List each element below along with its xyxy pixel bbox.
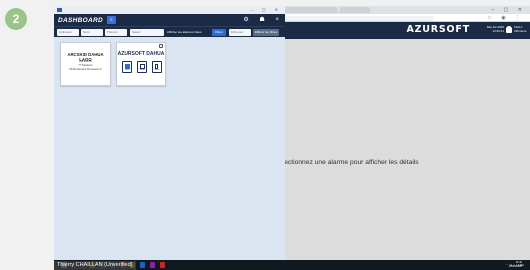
folder-icon[interactable]: Dossier: [137, 61, 147, 73]
datetime-block: Mai 1st 2020 14:26:41: [487, 25, 504, 33]
card-title: AZURSOFT DAHUA: [117, 51, 165, 57]
time-text: 14:26:41: [492, 29, 504, 33]
search-icon[interactable]: ⌕: [107, 16, 116, 24]
app-icon[interactable]: [140, 262, 145, 268]
filter-select[interactable]: Select: [130, 29, 164, 36]
filter-field-1[interactable]: Unknown: [57, 29, 79, 36]
filter-field-3[interactable]: Prénom: [105, 29, 127, 36]
user-group-icon[interactable]: ☗: [259, 17, 264, 23]
dashboard-nav: DASHBOARD ⌕ ⚙ ☗ ×: [54, 14, 285, 26]
card-close-icon[interactable]: ▫: [159, 44, 163, 48]
site-card-1[interactable]: ARCSKID DAHUA LAOO ARCSKID 77 Médecin 95…: [60, 42, 111, 86]
window-app-icon: [57, 8, 62, 12]
settings-icon[interactable]: ⚙: [243, 17, 248, 23]
filter-label: Afficher les alarmes triées: [167, 30, 202, 34]
empty-state-message: électionnez une alarme pour afficher les…: [279, 159, 419, 166]
folder-icon[interactable]: Dossier: [152, 61, 162, 73]
dashboard-window-controls[interactable]: – ▢ ✕: [250, 6, 282, 14]
tray-clock[interactable]: 11:42 25/05/2020: [509, 261, 522, 269]
filter-bar: Unknown Nom Prénom Select Afficher les a…: [54, 26, 285, 37]
dashboard-window: – ▢ ✕ DASHBOARD ⌕ ⚙ ☗ × Unknown Nom Prén…: [54, 6, 285, 260]
brand-logo: AZURSOFT: [406, 24, 470, 35]
app-icon[interactable]: [160, 262, 165, 268]
browser-extension-icons[interactable]: ☆ ◉ ⋮: [487, 14, 524, 22]
window-controls[interactable]: – ▢ ✕: [492, 6, 526, 14]
site-card-2[interactable]: ▫ AZURSOFT DAHUA Scène Dossier Dossier: [116, 42, 166, 86]
clear-filters-button[interactable]: Effacer les filtres: [253, 29, 279, 36]
step-badge: 2: [5, 8, 27, 30]
browser-tab-4[interactable]: [340, 7, 370, 13]
card-line: 95 Boulevard Rousseau 6: [69, 67, 102, 71]
filter-field-2[interactable]: Nom: [81, 29, 103, 36]
app-icon[interactable]: [150, 262, 155, 268]
dashboard-titlebar: – ▢ ✕: [54, 6, 285, 14]
scene-icon[interactable]: Scène: [122, 61, 132, 73]
filter-button[interactable]: Filtrer: [212, 29, 226, 36]
close-icon[interactable]: ×: [275, 17, 279, 23]
browser-tab-3[interactable]: [282, 7, 337, 13]
user-icon[interactable]: [506, 26, 512, 33]
user-name[interactable]: CHILL Infirmiere: [514, 25, 528, 33]
remote-user-label: Thierry CHAILLAN (Unverified): [54, 261, 136, 270]
filter-field-4[interactable]: Filtre par: [229, 29, 251, 36]
dashboard-logo: DASHBOARD: [58, 16, 103, 24]
screenshot-frame: My video care - Your Self – ▢ ✕ ← → ⟳ ☆ …: [54, 6, 530, 270]
dashboard-body: ARCSKID DAHUA LAOO ARCSKID 77 Médecin 95…: [54, 37, 285, 260]
dashboard-nav-icons: ⚙ ☗ ×: [234, 14, 279, 26]
